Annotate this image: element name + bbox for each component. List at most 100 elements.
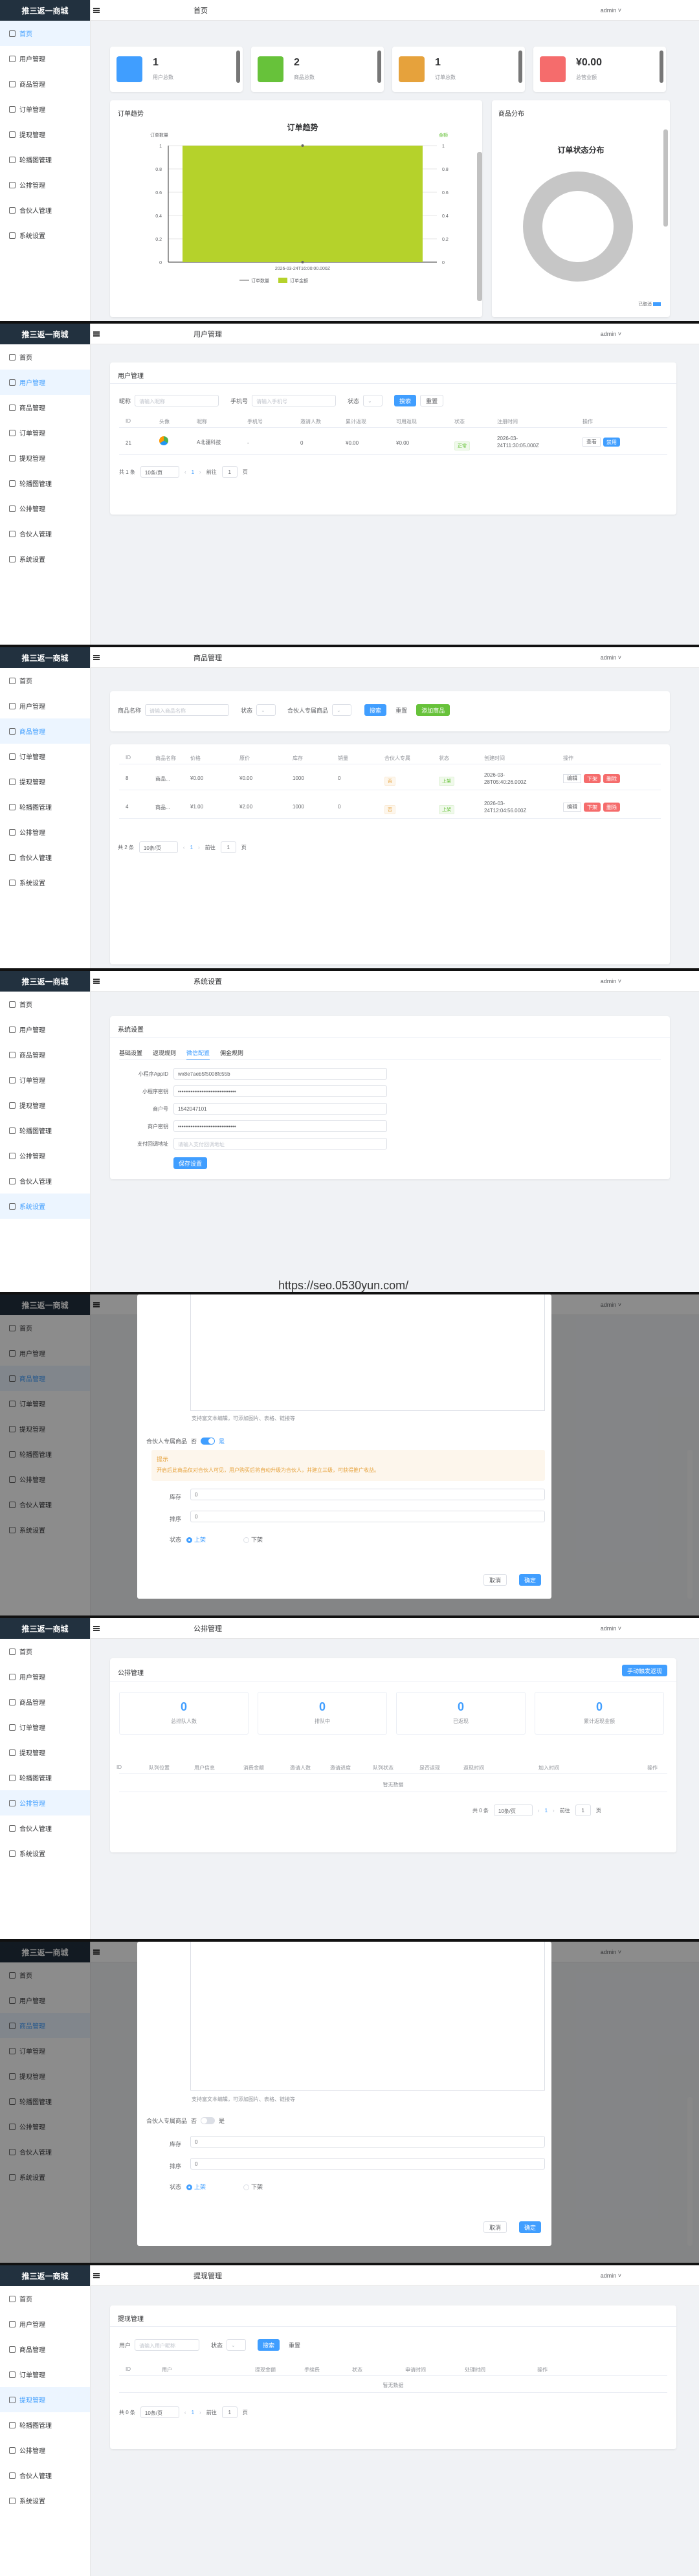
- menu-item-1[interactable]: 用户管理: [0, 2311, 90, 2337]
- menu-item-6[interactable]: 公排管理: [0, 172, 90, 197]
- confirm-button[interactable]: 确定: [519, 1574, 542, 1586]
- radio-on-shelf[interactable]: 上架: [186, 1535, 206, 1544]
- scrollbar[interactable]: [687, 1450, 693, 1599]
- status-select[interactable]: ⌄: [227, 2339, 247, 2351]
- cancel-button[interactable]: 取消: [483, 2221, 507, 2233]
- cancel-button[interactable]: 取消: [483, 1574, 507, 1586]
- current-page[interactable]: 1: [192, 2410, 194, 2415]
- menu-item-6[interactable]: 公排管理: [0, 819, 90, 845]
- menu-item-0[interactable]: 首页: [0, 1639, 90, 1664]
- menu-item-5[interactable]: 轮播图管理: [0, 147, 90, 172]
- menu-item-5[interactable]: 轮播图管理: [0, 794, 90, 819]
- menu-item-1[interactable]: 用户管理: [0, 46, 90, 71]
- partner-switch[interactable]: [201, 2117, 216, 2124]
- next-page-icon[interactable]: ›: [553, 1808, 555, 1814]
- menu-item-6[interactable]: 公排管理: [0, 1143, 90, 1168]
- offline-button[interactable]: 下架: [584, 803, 601, 812]
- menu-item-8[interactable]: 系统设置: [0, 1841, 90, 1866]
- menu-item-1[interactable]: 用户管理: [0, 370, 90, 395]
- menu-item-6[interactable]: 公排管理: [0, 496, 90, 521]
- next-page-icon[interactable]: ›: [199, 469, 201, 475]
- prev-page-icon[interactable]: ‹: [184, 2410, 186, 2415]
- prev-page-icon[interactable]: ‹: [183, 845, 185, 850]
- menu-item-7[interactable]: 合伙人管理: [0, 521, 90, 546]
- menu-item-4[interactable]: 提现管理: [0, 122, 90, 147]
- menu-toggle-icon[interactable]: [93, 331, 100, 337]
- prev-page-icon[interactable]: ‹: [184, 469, 186, 475]
- scrollbar[interactable]: [477, 152, 482, 301]
- menu-item-3[interactable]: 订单管理: [0, 1715, 90, 1740]
- menu-item-4[interactable]: 提现管理: [0, 445, 90, 471]
- menu-toggle-icon[interactable]: [93, 1625, 100, 1631]
- field-input[interactable]: 1542047101: [173, 1103, 387, 1115]
- scrollbar[interactable]: [660, 50, 663, 83]
- menu-item-3[interactable]: 订单管理: [0, 1067, 90, 1093]
- menu-toggle-icon[interactable]: [93, 978, 100, 984]
- menu-item-5[interactable]: 轮播图管理: [0, 1765, 90, 1790]
- menu-item-8[interactable]: 系统设置: [0, 223, 90, 248]
- scrollbar[interactable]: [377, 50, 381, 83]
- radio-off-shelf[interactable]: 下架: [243, 2182, 263, 2191]
- menu-item-3[interactable]: 订单管理: [0, 2362, 90, 2387]
- next-page-icon[interactable]: ›: [198, 845, 200, 850]
- sort-input[interactable]: 0: [190, 2158, 545, 2170]
- user-input[interactable]: 请输入用户昵称: [135, 2339, 200, 2351]
- status-select[interactable]: ⌄: [256, 704, 276, 716]
- current-page[interactable]: 1: [190, 845, 193, 850]
- scrollbar[interactable]: [518, 50, 522, 83]
- menu-item-0[interactable]: 首页: [0, 344, 90, 370]
- menu-item-2[interactable]: 商品管理: [0, 395, 90, 420]
- menu-item-2[interactable]: 商品管理: [0, 2337, 90, 2362]
- sort-input[interactable]: 0: [190, 1511, 545, 1522]
- save-settings-button[interactable]: 保存设置: [173, 1157, 208, 1169]
- search-button[interactable]: 搜索: [394, 395, 417, 406]
- offline-button[interactable]: 下架: [584, 774, 601, 783]
- user-menu[interactable]: admin ˅: [601, 331, 621, 337]
- menu-item-0[interactable]: 首页: [0, 668, 90, 693]
- menu-item-4[interactable]: 提现管理: [0, 2387, 90, 2412]
- menu-item-7[interactable]: 合伙人管理: [0, 2463, 90, 2488]
- user-menu[interactable]: admin ˅: [601, 978, 621, 984]
- menu-item-1[interactable]: 用户管理: [0, 1664, 90, 1689]
- delete-button[interactable]: 删除: [603, 774, 620, 783]
- menu-item-6[interactable]: 公排管理: [0, 2437, 90, 2463]
- menu-item-2[interactable]: 商品管理: [0, 71, 90, 96]
- menu-item-2[interactable]: 商品管理: [0, 1042, 90, 1067]
- menu-item-1[interactable]: 用户管理: [0, 693, 90, 718]
- nickname-input[interactable]: 请输入昵称: [135, 395, 219, 406]
- stock-input[interactable]: 0: [190, 2136, 545, 2148]
- phone-input[interactable]: 请输入手机号: [252, 395, 337, 406]
- menu-item-1[interactable]: 用户管理: [0, 1017, 90, 1042]
- menu-item-8[interactable]: 系统设置: [0, 870, 90, 895]
- edit-button[interactable]: 编辑: [563, 774, 581, 783]
- current-page[interactable]: 1: [192, 469, 194, 475]
- radio-off-shelf[interactable]: 下架: [243, 1535, 263, 1544]
- menu-item-3[interactable]: 订单管理: [0, 744, 90, 769]
- scrollbar[interactable]: [663, 129, 668, 227]
- partner-switch[interactable]: [201, 1438, 216, 1445]
- next-page-icon[interactable]: ›: [199, 2410, 201, 2415]
- manual-cashback-button[interactable]: 手动触发返现: [621, 1665, 667, 1676]
- menu-item-6[interactable]: 公排管理: [0, 1790, 90, 1815]
- goto-input[interactable]: 1: [221, 466, 238, 478]
- field-input[interactable]: ••••••••••••••••••••••••••••••••: [173, 1120, 387, 1132]
- radio-on-shelf[interactable]: 上架: [186, 2182, 206, 2191]
- page-size-select[interactable]: 10条/页: [139, 841, 178, 853]
- menu-toggle-icon[interactable]: [93, 2272, 100, 2278]
- add-product-button[interactable]: 添加商品: [416, 704, 450, 716]
- goto-input[interactable]: 1: [221, 2406, 238, 2418]
- menu-item-5[interactable]: 轮播图管理: [0, 2412, 90, 2437]
- goto-input[interactable]: 1: [220, 841, 236, 853]
- user-menu[interactable]: admin ˅: [601, 2272, 621, 2279]
- menu-item-3[interactable]: 订单管理: [0, 96, 90, 122]
- page-size-select[interactable]: 10条/页: [140, 466, 179, 478]
- view-button[interactable]: 查看: [582, 438, 601, 447]
- field-input[interactable]: ••••••••••••••••••••••••••••••••: [173, 1085, 387, 1097]
- menu-item-7[interactable]: 合伙人管理: [0, 845, 90, 870]
- partner-select[interactable]: ⌄: [332, 704, 352, 716]
- menu-item-8[interactable]: 系统设置: [0, 1194, 90, 1219]
- reset-button[interactable]: 重置: [283, 2339, 305, 2351]
- prev-page-icon[interactable]: ‹: [538, 1808, 540, 1814]
- menu-item-8[interactable]: 系统设置: [0, 546, 90, 572]
- scrollbar[interactable]: [236, 50, 240, 83]
